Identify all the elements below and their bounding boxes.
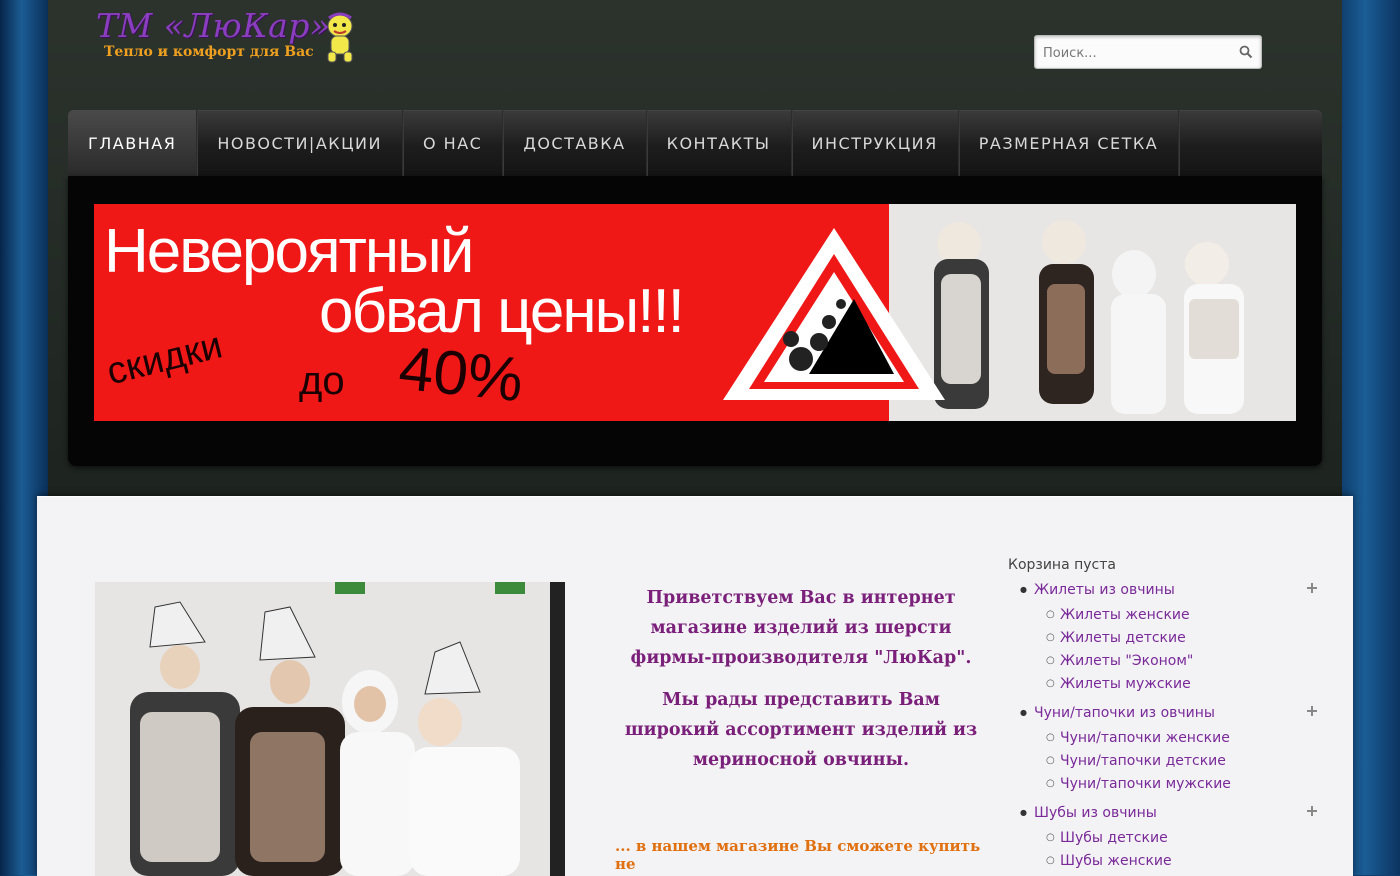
- nav-item-delivery[interactable]: ДОСТАВКА: [503, 110, 647, 176]
- expand-icon[interactable]: [1306, 805, 1318, 817]
- promo-text: ... в нашем магазине Вы сможете купить н…: [615, 837, 981, 873]
- welcome-paragraph-2: Мы рады представить Вам широкий ассортим…: [624, 690, 978, 770]
- models-photo-illustration: [95, 582, 565, 876]
- subcategory-item[interactable]: Шубы женские: [1008, 850, 1318, 873]
- category-label[interactable]: Шубы из овчины: [1034, 805, 1157, 821]
- nav-item-instructions[interactable]: ИНСТРУКЦИЯ: [792, 110, 959, 176]
- logo-tagline: Тепло и комфорт для Вас: [104, 44, 314, 60]
- subcategory-item[interactable]: Жилеты "Эконом": [1008, 650, 1318, 673]
- nav-item-home[interactable]: ГЛАВНАЯ: [68, 110, 198, 176]
- main-content: Приветствуем Вас в интернет магазине изд…: [37, 496, 1353, 876]
- subcategory-item[interactable]: Чуни/тапочки детские: [1008, 750, 1318, 773]
- nav-item-about[interactable]: О НАС: [403, 110, 504, 176]
- search-box[interactable]: [1034, 35, 1262, 69]
- search-icon[interactable]: [1239, 45, 1253, 59]
- logo-title[interactable]: ТМ «ЛюКар»: [96, 6, 331, 45]
- subcategory-item[interactable]: Жилеты детские: [1008, 627, 1318, 650]
- banner-upto-text: до: [299, 359, 345, 403]
- subcategory-item[interactable]: Шубы детские: [1008, 827, 1318, 850]
- subcategory-item[interactable]: Жилеты мужские: [1008, 673, 1318, 696]
- welcome-text: Приветствуем Вас в интернет магазине изд…: [615, 583, 987, 787]
- category-coats[interactable]: Шубы из овчины: [1008, 802, 1318, 827]
- banner-models-photo: [889, 204, 1296, 421]
- sale-banner[interactable]: Невероятный обвал цены!!! скидки до 40%: [94, 204, 1296, 421]
- nav-item-contacts[interactable]: КОНТАКТЫ: [647, 110, 792, 176]
- main-nav: ГЛАВНАЯ НОВОСТИ|АКЦИИ О НАС ДОСТАВКА КОН…: [68, 110, 1322, 176]
- banner-percent-text: 40%: [395, 333, 527, 416]
- models-illustration: [889, 204, 1296, 421]
- expand-icon[interactable]: [1306, 705, 1318, 717]
- category-label[interactable]: Чуни/тапочки из овчины: [1034, 705, 1215, 721]
- subcategory-item[interactable]: Жилеты женские: [1008, 604, 1318, 627]
- category-label[interactable]: Жилеты из овчины: [1034, 582, 1175, 598]
- sheep-mascot-icon: [327, 12, 353, 63]
- subcategory-item[interactable]: Чуни/тапочки мужские: [1008, 773, 1318, 796]
- category-slippers[interactable]: Чуни/тапочки из овчины: [1008, 702, 1318, 727]
- banner-frame: Невероятный обвал цены!!! скидки до 40%: [68, 176, 1322, 466]
- site-header: ТМ «ЛюКар» Тепло и комфорт для Вас ГЛАВН…: [48, 0, 1342, 505]
- banner-headline-2: обвал цены!!!: [319, 277, 685, 346]
- expand-icon[interactable]: [1306, 582, 1318, 594]
- category-vests[interactable]: Жилеты из овчины: [1008, 579, 1318, 604]
- banner-sale-text: скидки: [102, 324, 227, 394]
- cart-status[interactable]: Корзина пуста: [1008, 557, 1318, 573]
- catalog-sidebar: Корзина пуста Жилеты из овчины Жилеты же…: [1008, 557, 1318, 873]
- search-input[interactable]: [1041, 40, 1235, 66]
- nav-item-news[interactable]: НОВОСТИ|АКЦИИ: [197, 110, 403, 176]
- models-photo: [95, 582, 565, 876]
- nav-item-size-chart[interactable]: РАЗМЕРНАЯ СЕТКА: [959, 110, 1180, 176]
- falling-rocks-warning-icon: [723, 228, 945, 400]
- subcategory-item[interactable]: Чуни/тапочки женские: [1008, 727, 1318, 750]
- welcome-paragraph-1: Приветствуем Вас в интернет магазине изд…: [630, 588, 972, 668]
